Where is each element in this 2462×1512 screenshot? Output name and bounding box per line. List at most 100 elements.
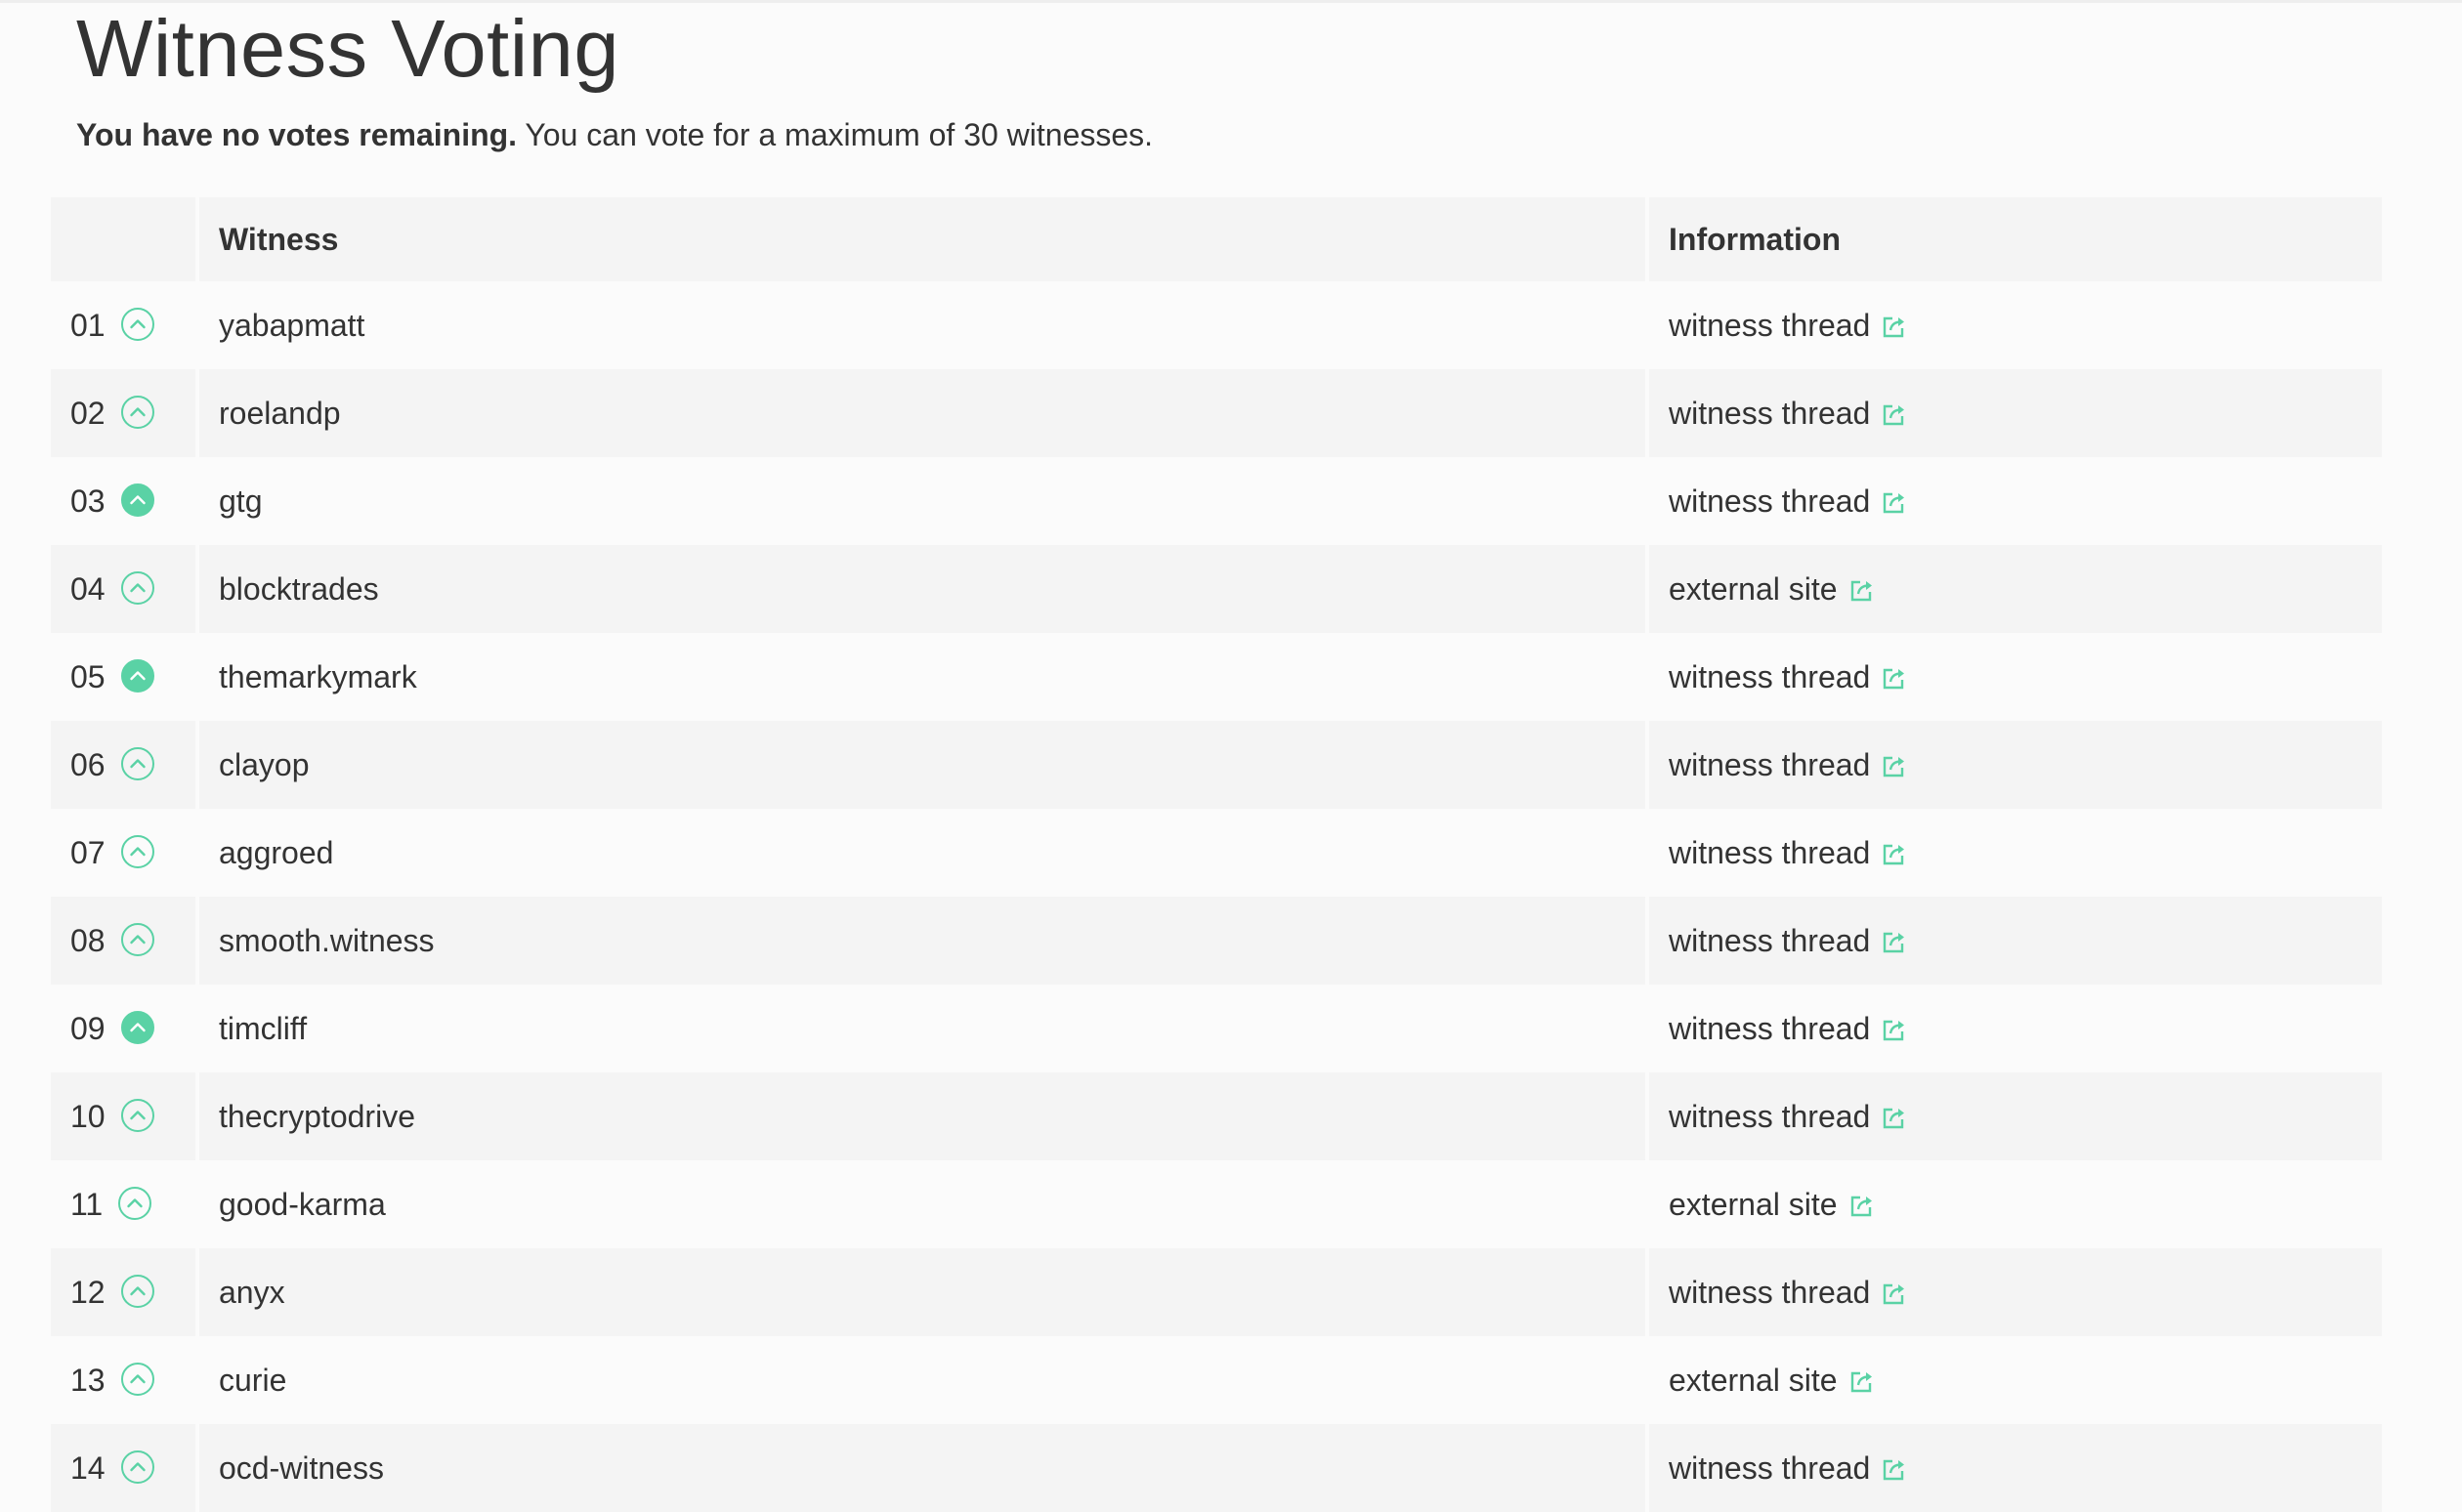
external-link-icon[interactable] bbox=[1849, 1365, 1877, 1402]
rank-number: 12 bbox=[70, 1275, 106, 1311]
information-link[interactable]: external site bbox=[1669, 572, 1838, 608]
chevron-up-circle-icon bbox=[129, 1462, 146, 1472]
witness-name[interactable]: gtg bbox=[199, 457, 1645, 545]
external-link-icon[interactable] bbox=[1849, 1190, 1877, 1226]
rank-number: 06 bbox=[70, 747, 106, 783]
information-link[interactable]: witness thread bbox=[1669, 1012, 1870, 1047]
chevron-up-circle-icon bbox=[129, 1374, 146, 1384]
vote-button[interactable] bbox=[120, 1011, 154, 1045]
rank-cell: 11 bbox=[51, 1160, 195, 1248]
votes-max-text: You can vote for a maximum of 30 witness… bbox=[517, 117, 1154, 152]
page-title: Witness Voting bbox=[76, 3, 619, 94]
table-row: 10 thecryptodrive witness thread bbox=[51, 1072, 2382, 1160]
votes-remaining-bold: You have no votes remaining. bbox=[76, 117, 518, 152]
chevron-up-circle-icon bbox=[129, 1286, 146, 1296]
rank-cell: 08 bbox=[51, 897, 195, 985]
vote-button[interactable] bbox=[120, 571, 154, 606]
witness-name[interactable]: ocd-witness bbox=[199, 1424, 1645, 1512]
witness-name[interactable]: curie bbox=[199, 1336, 1645, 1424]
witness-table: Witness Information 01 yabapmatt witness… bbox=[47, 197, 2386, 1512]
rank-number: 02 bbox=[70, 396, 106, 432]
table-row: 05 themarkymark witness thread bbox=[51, 633, 2382, 721]
information-link[interactable]: witness thread bbox=[1669, 397, 1870, 432]
table-row: 02 roelandp witness thread bbox=[51, 369, 2382, 457]
information-link[interactable]: witness thread bbox=[1669, 660, 1870, 695]
external-link-icon[interactable] bbox=[1882, 1102, 1909, 1138]
rank-cell: 03 bbox=[51, 457, 195, 545]
chevron-up-circle-icon bbox=[129, 495, 146, 505]
rank-number: 10 bbox=[70, 1099, 106, 1135]
vote-button[interactable] bbox=[118, 1187, 152, 1221]
table-row: 06 clayop witness thread bbox=[51, 721, 2382, 809]
information-cell: witness thread bbox=[1649, 809, 2382, 897]
rank-number: 04 bbox=[70, 571, 106, 608]
external-link-icon[interactable] bbox=[1882, 750, 1909, 786]
information-link[interactable]: external site bbox=[1669, 1364, 1838, 1399]
rank-number: 13 bbox=[70, 1363, 106, 1399]
information-cell: witness thread bbox=[1649, 897, 2382, 985]
information-cell: external site bbox=[1649, 1336, 2382, 1424]
chevron-up-circle-icon bbox=[129, 759, 146, 769]
vote-button[interactable] bbox=[120, 659, 154, 693]
vote-button[interactable] bbox=[120, 1099, 154, 1133]
external-link-icon[interactable] bbox=[1882, 838, 1909, 874]
table-row: 13 curie external site bbox=[51, 1336, 2382, 1424]
information-link[interactable]: witness thread bbox=[1669, 484, 1870, 520]
vote-button[interactable] bbox=[120, 1450, 154, 1485]
chevron-up-circle-icon bbox=[129, 1023, 146, 1032]
information-link[interactable]: witness thread bbox=[1669, 309, 1870, 344]
witness-name[interactable]: themarkymark bbox=[199, 633, 1645, 721]
rank-cell: 09 bbox=[51, 985, 195, 1072]
vote-button[interactable] bbox=[120, 923, 154, 957]
information-cell: witness thread bbox=[1649, 369, 2382, 457]
external-link-icon[interactable] bbox=[1882, 486, 1909, 523]
table-row: 04 blocktrades external site bbox=[51, 545, 2382, 633]
vote-button[interactable] bbox=[120, 396, 154, 430]
external-link-icon[interactable] bbox=[1882, 1453, 1909, 1490]
chevron-up-circle-icon bbox=[129, 319, 146, 329]
external-link-icon[interactable] bbox=[1849, 574, 1877, 610]
external-link-icon[interactable] bbox=[1882, 1278, 1909, 1314]
witness-name[interactable]: roelandp bbox=[199, 369, 1645, 457]
information-link[interactable]: external site bbox=[1669, 1188, 1838, 1223]
witness-name[interactable]: yabapmatt bbox=[199, 281, 1645, 369]
external-link-icon[interactable] bbox=[1882, 1014, 1909, 1050]
witness-name[interactable]: timcliff bbox=[199, 985, 1645, 1072]
information-link[interactable]: witness thread bbox=[1669, 1100, 1870, 1135]
witness-name[interactable]: smooth.witness bbox=[199, 897, 1645, 985]
rank-cell: 13 bbox=[51, 1336, 195, 1424]
information-link[interactable]: witness thread bbox=[1669, 1451, 1870, 1487]
witness-name[interactable]: thecryptodrive bbox=[199, 1072, 1645, 1160]
external-link-icon[interactable] bbox=[1882, 662, 1909, 698]
witness-name[interactable]: clayop bbox=[199, 721, 1645, 809]
vote-button[interactable] bbox=[120, 1275, 154, 1309]
witness-name[interactable]: good-karma bbox=[199, 1160, 1645, 1248]
rank-number: 09 bbox=[70, 1011, 106, 1047]
rank-number: 05 bbox=[70, 659, 106, 695]
table-row: 12 anyx witness thread bbox=[51, 1248, 2382, 1336]
header-information: Information bbox=[1649, 197, 2382, 281]
vote-button[interactable] bbox=[120, 483, 154, 518]
information-link[interactable]: witness thread bbox=[1669, 1276, 1870, 1311]
table-row: 14 ocd-witness witness thread bbox=[51, 1424, 2382, 1512]
header-rank bbox=[51, 197, 195, 281]
information-cell: witness thread bbox=[1649, 457, 2382, 545]
external-link-icon[interactable] bbox=[1882, 311, 1909, 347]
vote-button[interactable] bbox=[120, 747, 154, 781]
vote-button[interactable] bbox=[120, 1363, 154, 1397]
information-cell: external site bbox=[1649, 1160, 2382, 1248]
information-cell: witness thread bbox=[1649, 721, 2382, 809]
external-link-icon[interactable] bbox=[1882, 399, 1909, 435]
witness-name[interactable]: blocktrades bbox=[199, 545, 1645, 633]
rank-number: 03 bbox=[70, 483, 106, 520]
rank-number: 08 bbox=[70, 923, 106, 959]
witness-name[interactable]: anyx bbox=[199, 1248, 1645, 1336]
information-link[interactable]: witness thread bbox=[1669, 924, 1870, 959]
information-link[interactable]: witness thread bbox=[1669, 748, 1870, 783]
information-cell: witness thread bbox=[1649, 1072, 2382, 1160]
witness-name[interactable]: aggroed bbox=[199, 809, 1645, 897]
external-link-icon[interactable] bbox=[1882, 926, 1909, 962]
vote-button[interactable] bbox=[120, 835, 154, 869]
vote-button[interactable] bbox=[120, 308, 154, 342]
information-link[interactable]: witness thread bbox=[1669, 836, 1870, 871]
